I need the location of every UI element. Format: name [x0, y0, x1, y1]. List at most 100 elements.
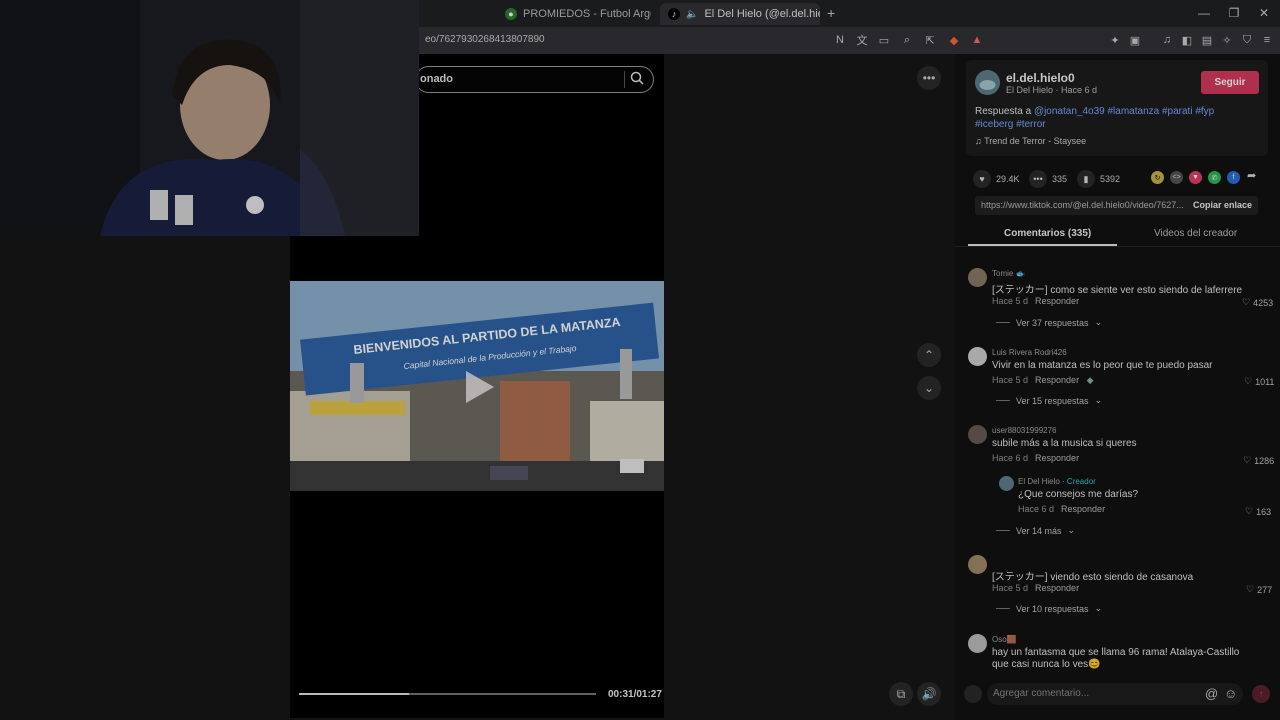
like-count: 29.4K — [996, 174, 1020, 184]
creator-username[interactable]: el.del.hielo0 — [1006, 71, 1075, 85]
reply-button[interactable]: Responder — [1061, 504, 1105, 514]
video-frame[interactable]: BIENVENIDOS AL PARTIDO DE LA MATANZA Cap… — [290, 281, 664, 491]
tab-promiedos[interactable]: ● PROMIEDOS - Futbol Argentino - Fix — [497, 3, 651, 25]
like-stat[interactable]: ♥ 29.4K — [973, 170, 1020, 188]
comment-time: Hace 5 d — [992, 375, 1029, 385]
new-tab-button[interactable]: + — [827, 5, 835, 21]
copy-link-button[interactable]: Copiar enlace — [1193, 200, 1252, 210]
restore-icon[interactable]: ❐ — [1219, 4, 1249, 22]
music-note-icon: ♫ — [975, 136, 982, 146]
sidebar-icon[interactable]: ◧ — [1179, 32, 1195, 48]
reply-button[interactable]: Responder — [1035, 453, 1079, 463]
whatsapp-icon[interactable]: ✆ — [1208, 171, 1221, 184]
minimize-icon[interactable]: — — [1189, 4, 1219, 22]
comment-like[interactable]: ♡ 1011 — [1244, 376, 1274, 387]
comment-like[interactable]: ♡ 4253 — [1242, 297, 1273, 308]
previous-video-button[interactable]: ⌃ — [917, 343, 941, 367]
share-arrow-icon[interactable]: ➦ — [1247, 169, 1256, 182]
zoom-icon[interactable]: ⌕ — [899, 32, 915, 48]
commenter-avatar[interactable] — [968, 347, 987, 366]
comment-count: 335 — [1052, 174, 1068, 184]
my-avatar — [964, 685, 982, 703]
emoji-icon[interactable]: ☺ — [1224, 686, 1237, 701]
cast-icon[interactable]: ▭ — [876, 32, 892, 48]
tiktok-favicon: ♪ — [668, 8, 680, 20]
view-more-replies[interactable]: Ver 14 más ⌄ — [996, 525, 1075, 536]
view-replies[interactable]: Ver 15 respuestas ⌄ — [996, 395, 1102, 406]
url-text[interactable]: eo/7627930268413807890 — [425, 34, 545, 45]
send-icon[interactable]: ▼ — [1189, 171, 1202, 184]
brave-shield-icon[interactable]: ◆ — [946, 32, 962, 48]
comment-username[interactable]: Luis Rivera Rodri426 — [992, 348, 1067, 357]
comment-meta: Hace 5 d Responder ◆ — [992, 375, 1094, 386]
embed-icon[interactable]: <> — [1170, 171, 1183, 184]
extensions-icon[interactable]: ✦ — [1107, 32, 1123, 48]
mention-icon[interactable]: @ — [1205, 686, 1218, 701]
repost-icon[interactable]: ↻ — [1151, 171, 1164, 184]
vpn-icon[interactable]: ⛉ — [1239, 32, 1255, 48]
view-replies-label: Ver 10 respuestas — [1016, 603, 1089, 614]
save-stat[interactable]: ▮ 5392 — [1077, 170, 1120, 188]
caption-hashtag[interactable]: #iceberg — [975, 119, 1013, 130]
comment-text: hay un fantasma que se llama 96 rama! At… — [992, 647, 1240, 658]
commenter-avatar[interactable] — [968, 425, 987, 444]
screenshot-icon[interactable]: ▣ — [1127, 32, 1143, 48]
volume-icon[interactable]: 🔊 — [917, 682, 941, 706]
menu-icon[interactable]: ≡ — [1259, 32, 1275, 48]
commenter-avatar[interactable] — [968, 268, 987, 287]
tab-comments[interactable]: Comentarios (335) — [1004, 228, 1091, 239]
comment-username[interactable]: user88031999276 — [992, 426, 1057, 435]
speaker-icon[interactable]: 🔈 — [686, 9, 698, 20]
search-icon[interactable] — [629, 70, 645, 86]
comment-like[interactable]: ♡ 277 — [1246, 584, 1272, 595]
reply-like[interactable]: ♡ 163 — [1245, 506, 1271, 517]
video-scene — [290, 281, 664, 491]
tab-tiktok[interactable]: ♪ 🔈 El Del Hielo (@el.del.hielo0) | ✕ — [660, 3, 820, 25]
share-page-icon[interactable]: ⇱ — [922, 32, 938, 48]
comment-username[interactable]: Oso🟫 — [992, 635, 1017, 644]
tab-creator-videos[interactable]: Videos del creador — [1154, 228, 1237, 239]
creator-avatar[interactable] — [975, 70, 1000, 95]
comment-like[interactable]: ♡ 1286 — [1243, 455, 1274, 466]
comment-username[interactable]: Tomie 🐟 — [992, 269, 1026, 278]
more-options-icon[interactable]: ••• — [917, 66, 941, 90]
close-window-icon[interactable]: ✕ — [1249, 4, 1279, 22]
commenter-avatar[interactable] — [968, 555, 987, 574]
replies-line — [996, 322, 1010, 323]
caption-hashtag[interactable]: #lamatanza — [1108, 106, 1160, 117]
miniplayer-icon[interactable]: ⧉ — [889, 682, 913, 706]
reply-button[interactable]: Responder — [1035, 375, 1079, 385]
next-video-button[interactable]: ⌄ — [917, 376, 941, 400]
reply-meta: Hace 6 d Responder — [1018, 504, 1105, 514]
view-replies[interactable]: Ver 10 respuestas ⌄ — [996, 603, 1102, 614]
music-line[interactable]: ♫ Trend de Terror - Staysee — [975, 136, 1086, 146]
leo-ai-icon[interactable]: ✧ — [1219, 32, 1235, 48]
translate-icon[interactable]: 文 — [854, 32, 870, 48]
caption-hashtag[interactable]: #terror — [1016, 119, 1045, 130]
heart-outline-icon: ♡ — [1246, 584, 1255, 594]
reply-button[interactable]: Responder — [1035, 583, 1079, 593]
post-comment-button[interactable]: ↑ — [1252, 685, 1270, 703]
reader-off-icon[interactable]: N — [832, 32, 848, 48]
reply-button[interactable]: Responder — [1035, 296, 1079, 306]
wallet-icon[interactable]: ▤ — [1199, 32, 1215, 48]
follow-button[interactable]: Seguir — [1201, 71, 1259, 94]
comment-stat[interactable]: ••• 335 — [1029, 170, 1067, 188]
view-replies-label: Ver 37 respuestas — [1016, 317, 1089, 328]
video-link[interactable]: https://www.tiktok.com/@el.del.hielo0/vi… — [981, 200, 1185, 210]
comment-meta: Hace 5 d Responder — [992, 583, 1079, 593]
creator-reply-avatar[interactable] — [999, 476, 1014, 491]
caption-mention[interactable]: @jonatan_4o39 — [1034, 106, 1105, 117]
caption-hashtag[interactable]: #parati — [1162, 106, 1193, 117]
commenter-avatar[interactable] — [968, 634, 987, 653]
rewards-icon[interactable]: ▲ — [969, 32, 985, 48]
view-replies[interactable]: Ver 37 respuestas ⌄ — [996, 317, 1102, 328]
reply-username[interactable]: El Del Hielo · Creador — [1018, 477, 1096, 486]
comment-like-count: 1011 — [1255, 376, 1275, 387]
facebook-icon[interactable]: f — [1227, 171, 1240, 184]
caption-hashtag[interactable]: #fyp — [1195, 106, 1214, 117]
media-icon[interactable]: ♫ — [1159, 32, 1175, 48]
comment-time: Hace 6 d — [992, 453, 1029, 463]
creator-badge: Creador — [1066, 477, 1096, 486]
creator-meta: El Del Hielo · Hace 6 d — [1006, 85, 1098, 95]
